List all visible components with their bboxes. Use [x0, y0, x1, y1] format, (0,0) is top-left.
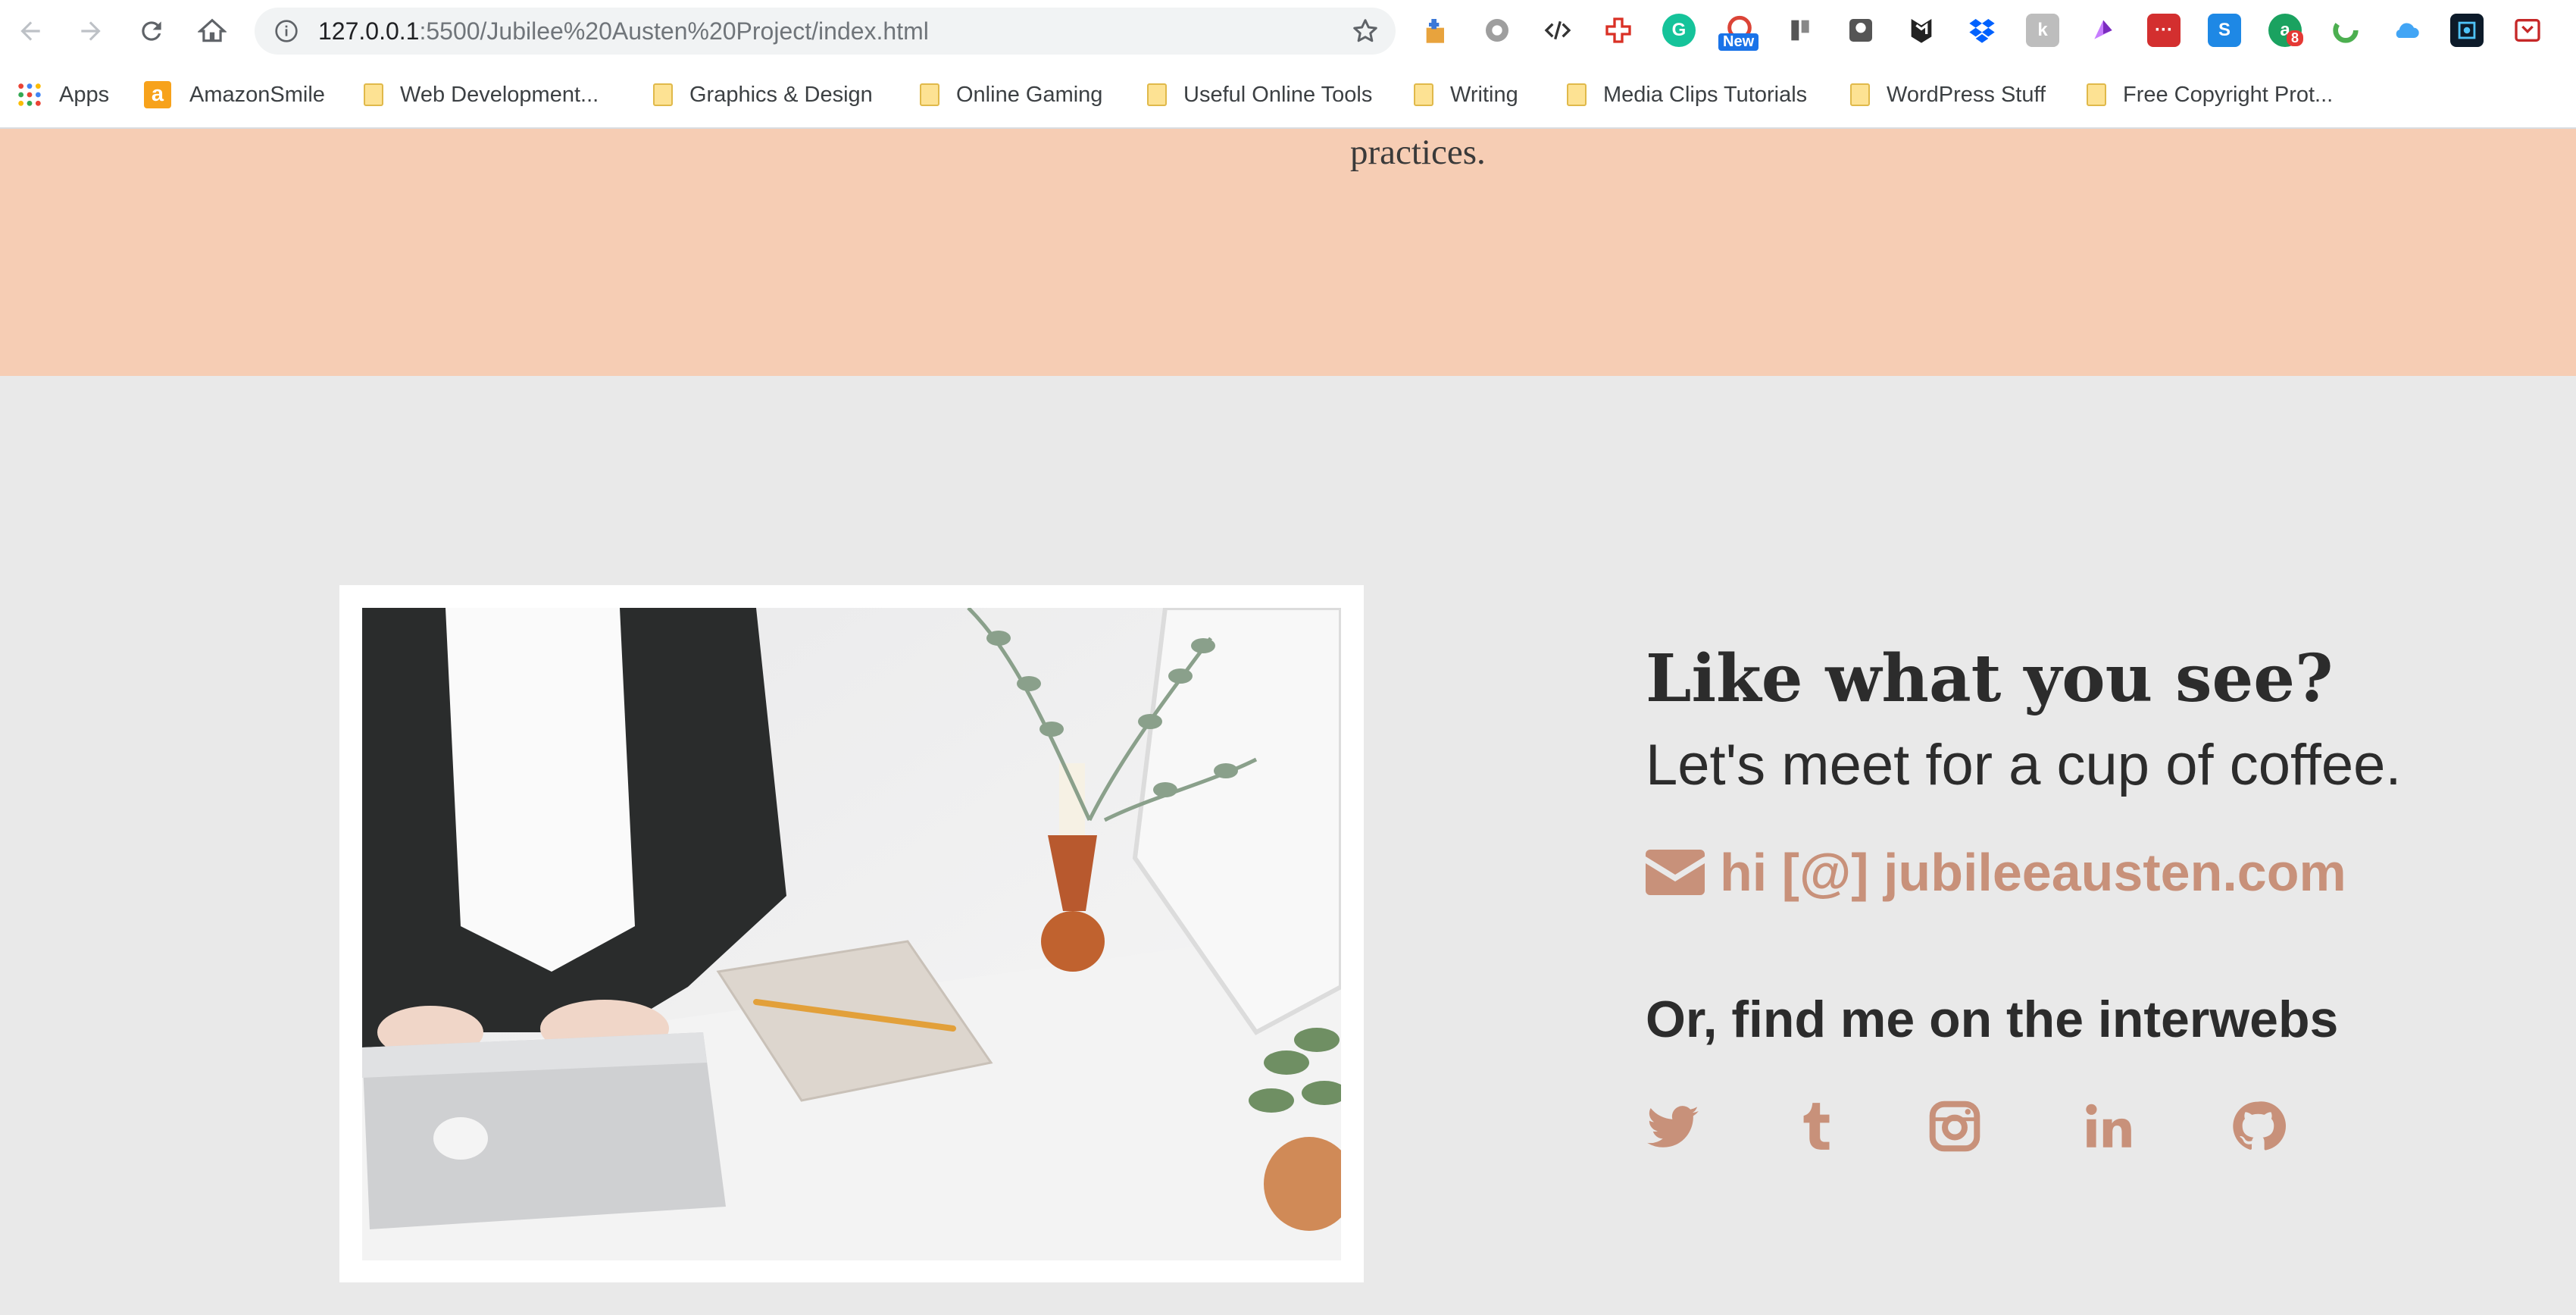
contact-subheading: Let's meet for a cup of coffee. — [1646, 733, 2402, 797]
extension-icon-15[interactable] — [2329, 14, 2362, 47]
url-text[interactable]: 127.0.0.1:5500/Jubilee%20Austen%20Projec… — [318, 8, 929, 55]
bookmark-folder-useful-online-tools[interactable]: Useful Online Tools — [1147, 62, 1372, 127]
back-button[interactable] — [12, 13, 48, 49]
bookmark-amazonsmile[interactable]: a AmazonSmile — [144, 62, 325, 127]
forward-arrow-icon — [81, 21, 101, 41]
cloud-icon[interactable] — [2390, 14, 2423, 47]
apps-grid-icon — [18, 83, 41, 106]
bookmark-star-icon[interactable] — [1352, 17, 1379, 45]
reload-button[interactable] — [133, 13, 170, 49]
bookmark-folder-graphics-design[interactable]: Graphics & Design — [653, 62, 873, 127]
amazon-icon: a — [144, 81, 171, 108]
bookmark-folder-online-gaming[interactable]: Online Gaming — [920, 62, 1102, 127]
folder-icon — [1147, 83, 1167, 106]
extension-icon-8[interactable] — [1905, 14, 1938, 47]
url-host: 127.0.0.1 — [318, 17, 420, 45]
extension-icon-3[interactable] — [1541, 14, 1574, 47]
twitter-icon[interactable] — [1643, 1096, 1703, 1157]
email-address: hi [@] jubileeausten.com — [1720, 843, 2346, 902]
home-button[interactable] — [194, 13, 230, 49]
contact-heading: Like what you see? — [1646, 640, 2334, 717]
bookmark-folder-web-development[interactable]: Web Development... — [364, 62, 599, 127]
bookmark-apps[interactable]: Apps — [17, 62, 109, 127]
bookmark-label: Writing — [1450, 82, 1518, 107]
site-info-icon[interactable] — [274, 19, 299, 43]
extension-icon-11[interactable] — [2087, 14, 2120, 47]
bookmark-label: Apps — [59, 82, 110, 107]
tumblr-icon[interactable] — [1785, 1096, 1846, 1157]
social-heading: Or, find me on the interwebs — [1646, 991, 2339, 1048]
bookmark-label: AmazonSmile — [189, 82, 325, 107]
bookmarks-bar: Apps a AmazonSmile Web Development... Gr… — [0, 62, 2576, 129]
home-icon — [198, 18, 227, 42]
extension-icon-6[interactable] — [1784, 14, 1817, 47]
bookmark-label: Online Gaming — [956, 82, 1103, 107]
new-badge: New — [1718, 33, 1759, 51]
bookmark-label: WordPress Stuff — [1887, 82, 2046, 107]
folder-icon — [1414, 83, 1433, 106]
folder-icon — [920, 83, 939, 106]
bookmark-label: Graphics & Design — [689, 82, 873, 107]
linkedin-icon[interactable] — [2077, 1096, 2138, 1157]
dropbox-icon[interactable] — [1965, 14, 1999, 47]
extension-new-icon[interactable]: New — [1718, 14, 1759, 51]
bookmark-folder-wordpress[interactable]: WordPress Stuff — [1850, 62, 2046, 127]
browser-toolbar: 127.0.0.1:5500/Jubilee%20Austen%20Projec… — [0, 0, 2576, 62]
folder-icon — [1567, 83, 1587, 106]
folder-icon — [653, 83, 673, 106]
extension-icon-4[interactable] — [1602, 14, 1635, 47]
extension-icon-7[interactable] — [1844, 14, 1877, 47]
bookmark-label: Free Copyright Prot... — [2123, 82, 2334, 107]
bookmark-label: Media Clips Tutorials — [1603, 82, 1808, 107]
workspace-photo-frame — [339, 585, 1364, 1282]
reload-icon — [142, 21, 161, 41]
count-badge: 8 — [2287, 30, 2304, 46]
bookmark-folder-writing[interactable]: Writing — [1414, 62, 1518, 127]
extension-icon-2[interactable] — [1480, 14, 1514, 47]
bookmark-folder-free-copyright[interactable]: Free Copyright Prot... — [2087, 62, 2333, 127]
github-icon[interactable] — [2227, 1096, 2288, 1157]
extension-icon-13[interactable]: S — [2208, 14, 2241, 47]
workspace-photo — [362, 608, 1341, 1260]
extension-icon-12[interactable]: ··· — [2147, 14, 2181, 47]
bookmark-folder-media-clips[interactable]: Media Clips Tutorials — [1567, 62, 1807, 127]
email-link[interactable]: hi [@] jubileeausten.com — [1646, 838, 2346, 906]
folder-icon — [2087, 83, 2106, 106]
envelope-icon — [1646, 850, 1705, 895]
extension-icon-10[interactable]: k — [2026, 14, 2059, 47]
folder-icon — [1850, 83, 1870, 106]
forward-button[interactable] — [73, 13, 109, 49]
extension-icon-17[interactable] — [2450, 14, 2484, 47]
extension-icon-1[interactable] — [1420, 14, 1453, 47]
extension-icon-14[interactable]: a 8 — [2268, 14, 2304, 47]
instagram-icon[interactable] — [1924, 1096, 1985, 1157]
extension-icon-18[interactable] — [2511, 14, 2544, 47]
url-path: :5500/Jubilee%20Austen%20Project/index.h… — [419, 17, 929, 45]
about-section: practices. — [0, 129, 2576, 376]
bookmark-label: Web Development... — [400, 82, 599, 107]
folder-icon — [364, 83, 383, 106]
bookmark-label: Useful Online Tools — [1183, 82, 1373, 107]
back-arrow-icon — [20, 21, 40, 41]
about-text-tail: practices. — [1350, 133, 1486, 172]
address-bar[interactable]: 127.0.0.1:5500/Jubilee%20Austen%20Projec… — [255, 8, 1396, 55]
grammarly-icon[interactable]: G — [1662, 14, 1696, 47]
